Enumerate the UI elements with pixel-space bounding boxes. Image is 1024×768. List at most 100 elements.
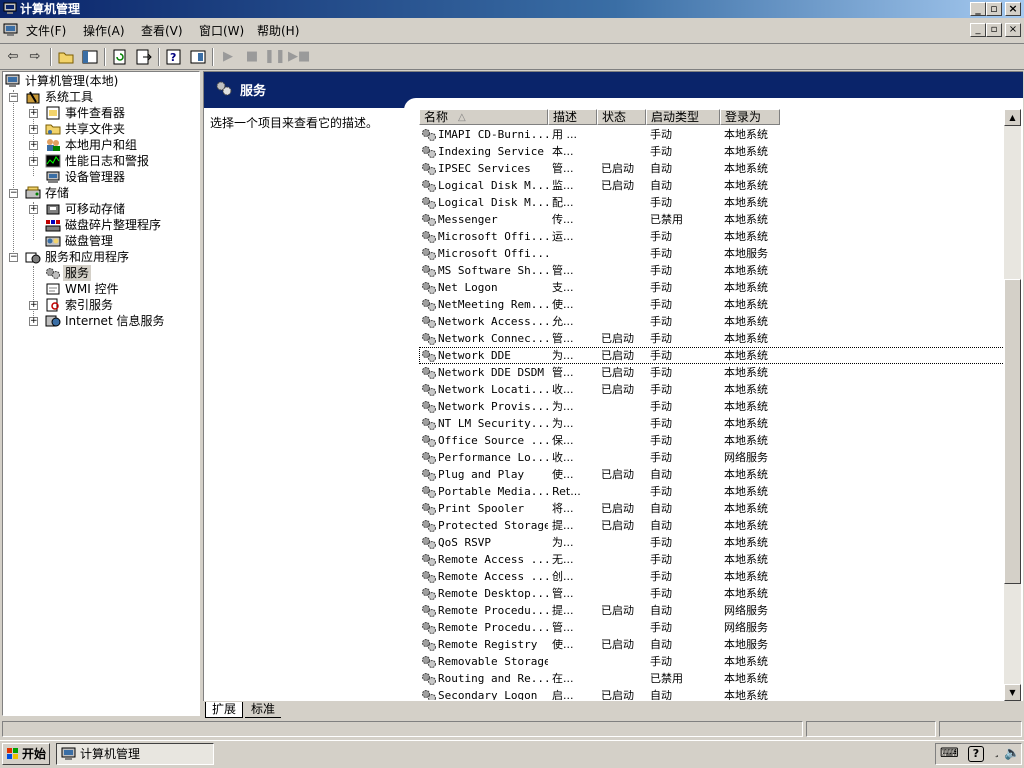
- menu-file[interactable]: 文件(F): [26, 23, 66, 39]
- keyboard-icon[interactable]: ⌨: [940, 746, 959, 761]
- cell-description: 管...: [552, 162, 574, 175]
- cell-name: Remote Access ...: [438, 570, 548, 583]
- table-row[interactable]: Removable Storage 手动 本地系统: [419, 653, 1009, 670]
- column-header-status[interactable]: 状态: [597, 109, 646, 125]
- collapse-icon[interactable]: −: [9, 93, 18, 102]
- table-row[interactable]: Messenger 传... 已禁用 本地系统: [419, 211, 1009, 228]
- column-header-logon-as[interactable]: 登录为: [720, 109, 780, 125]
- table-row[interactable]: Net Logon 支... 手动 本地系统: [419, 279, 1009, 296]
- restart-service-icon[interactable]: ▶■: [288, 48, 310, 66]
- expand-icon[interactable]: +: [29, 205, 38, 214]
- pane-header: 服务: [204, 72, 1023, 110]
- computer-management-icon: [61, 747, 76, 760]
- cell-startup-type: 手动: [650, 434, 672, 447]
- table-row[interactable]: Logical Disk M... 监... 已启动 自动 本地系统: [419, 177, 1009, 194]
- close-button[interactable]: ×: [1005, 2, 1021, 16]
- table-row[interactable]: Network Provis... 为... 手动 本地系统: [419, 398, 1009, 415]
- stop-service-icon[interactable]: ■: [242, 48, 262, 66]
- tab-standard[interactable]: 标准: [245, 702, 282, 718]
- table-row[interactable]: MS Software Sh... 管... 手动 本地系统: [419, 262, 1009, 279]
- system-menu-icon[interactable]: [3, 23, 19, 37]
- cell-logon-as: 网络服务: [724, 451, 768, 464]
- table-row[interactable]: Office Source ... 保... 手动 本地系统: [419, 432, 1009, 449]
- table-row[interactable]: Remote Desktop... 管... 手动 本地系统: [419, 585, 1009, 602]
- cell-logon-as: 本地系统: [724, 655, 768, 668]
- table-row[interactable]: Logical Disk M... 配... 手动 本地系统: [419, 194, 1009, 211]
- menu-help[interactable]: 帮助(H): [257, 23, 299, 39]
- table-row[interactable]: Network DDE 为... 已启动 手动 本地系统: [419, 347, 1009, 364]
- table-row[interactable]: Remote Registry 使... 已启动 自动 本地服务: [419, 636, 1009, 653]
- cell-name: Network DDE DSDM: [438, 366, 544, 379]
- start-button[interactable]: 开始: [2, 743, 50, 765]
- table-row[interactable]: Microsoft Offi... 运... 手动 本地系统: [419, 228, 1009, 245]
- column-header-name[interactable]: 名称 △: [419, 109, 548, 125]
- taskbar-item-computer-management[interactable]: 计算机管理: [56, 743, 214, 765]
- cell-status: 已启动: [601, 162, 634, 175]
- menu-action[interactable]: 操作(A): [83, 23, 125, 39]
- minimize-button[interactable]: _: [970, 2, 986, 16]
- forward-icon[interactable]: ⇨: [25, 48, 45, 66]
- table-row[interactable]: NetMeeting Rem... 使... 手动 本地系统: [419, 296, 1009, 313]
- table-row[interactable]: Network DDE DSDM 管... 已启动 手动 本地系统: [419, 364, 1009, 381]
- tab-extended[interactable]: 扩展: [205, 702, 244, 718]
- expand-icon[interactable]: +: [29, 157, 38, 166]
- export-list-icon[interactable]: [134, 48, 154, 66]
- start-service-icon[interactable]: ▶: [218, 48, 238, 66]
- scroll-thumb[interactable]: [1004, 279, 1021, 584]
- help-icon[interactable]: ?: [968, 746, 984, 762]
- properties-icon[interactable]: [188, 48, 208, 66]
- table-row[interactable]: Secondary Logon 启... 已启动 自动 本地系统: [419, 687, 1009, 700]
- pause-service-icon[interactable]: ❚❚: [264, 48, 286, 66]
- cell-description: 为...: [552, 417, 574, 430]
- expand-icon[interactable]: +: [29, 301, 38, 310]
- cell-description: 管...: [552, 621, 574, 634]
- table-row[interactable]: Remote Access ... 创... 手动 本地系统: [419, 568, 1009, 585]
- menu-window[interactable]: 窗口(W): [199, 23, 244, 39]
- table-row[interactable]: Portable Media... Ret... 手动 本地系统: [419, 483, 1009, 500]
- collapse-icon[interactable]: −: [9, 189, 18, 198]
- table-row[interactable]: NT LM Security... 为... 手动 本地系统: [419, 415, 1009, 432]
- expand-icon[interactable]: +: [29, 141, 38, 150]
- cell-startup-type: 手动: [650, 451, 672, 464]
- table-row[interactable]: Routing and Re... 在... 已禁用 本地系统: [419, 670, 1009, 687]
- table-row[interactable]: Network Locati... 收... 已启动 手动 本地系统: [419, 381, 1009, 398]
- title-bar[interactable]: 计算机管理 _ ▫ ×: [0, 0, 1024, 18]
- column-header-description[interactable]: 描述: [548, 109, 597, 125]
- table-row[interactable]: Remote Procedu... 提... 已启动 自动 网络服务: [419, 602, 1009, 619]
- scroll-up-icon[interactable]: ▲: [1004, 109, 1021, 126]
- speaker-icon[interactable]: 🔈: [1004, 746, 1020, 761]
- expand-icon[interactable]: +: [29, 109, 38, 118]
- table-row[interactable]: IMAPI CD-Burni... 用 ... 手动 本地系统: [419, 126, 1009, 143]
- back-icon[interactable]: ⇦: [3, 48, 23, 66]
- maximize-button[interactable]: ▫: [986, 2, 1002, 16]
- table-row[interactable]: IPSEC Services 管... 已启动 自动 本地系统: [419, 160, 1009, 177]
- show-hide-tree-icon[interactable]: [80, 48, 100, 66]
- table-row[interactable]: Network Connec... 管... 已启动 手动 本地系统: [419, 330, 1009, 347]
- up-folder-icon[interactable]: [56, 48, 76, 66]
- table-row[interactable]: Remote Access ... 无... 手动 本地系统: [419, 551, 1009, 568]
- table-row[interactable]: QoS RSVP 为... 手动 本地系统: [419, 534, 1009, 551]
- services-list[interactable]: 名称 △ 描述 状态 启动类型 登录为 IMAPI CD-Burni... 用 .…: [419, 109, 1022, 700]
- ime-icon[interactable]: ¸: [994, 745, 1000, 758]
- expand-icon[interactable]: +: [29, 125, 38, 134]
- help-icon[interactable]: ?: [164, 48, 184, 66]
- column-header-startup-type[interactable]: 启动类型: [646, 109, 720, 125]
- table-row[interactable]: Plug and Play 使... 已启动 自动 本地系统: [419, 466, 1009, 483]
- scroll-down-icon[interactable]: ▼: [1004, 684, 1021, 701]
- expand-icon[interactable]: +: [29, 317, 38, 326]
- table-row[interactable]: Microsoft Offi... 手动 本地服务: [419, 245, 1009, 262]
- collapse-icon[interactable]: −: [9, 253, 18, 262]
- table-row[interactable]: Indexing Service 本... 手动 本地系统: [419, 143, 1009, 160]
- table-row[interactable]: Protected Storage 提... 已启动 自动 本地系统: [419, 517, 1009, 534]
- cell-status: 已启动: [601, 502, 634, 515]
- refresh-icon[interactable]: [110, 48, 130, 66]
- table-row[interactable]: Print Spooler 将... 已启动 自动 本地系统: [419, 500, 1009, 517]
- table-row[interactable]: Remote Procedu... 管... 手动 网络服务: [419, 619, 1009, 636]
- menu-view[interactable]: 查看(V): [141, 23, 183, 39]
- table-row[interactable]: Performance Lo... 收... 手动 网络服务: [419, 449, 1009, 466]
- child-close-button[interactable]: ×: [1005, 23, 1021, 37]
- child-minimize-button[interactable]: _: [970, 23, 986, 37]
- vertical-scrollbar[interactable]: ▲ ▼: [1004, 109, 1021, 701]
- child-restore-button[interactable]: ▫: [986, 23, 1002, 37]
- table-row[interactable]: Network Access... 允... 手动 本地系统: [419, 313, 1009, 330]
